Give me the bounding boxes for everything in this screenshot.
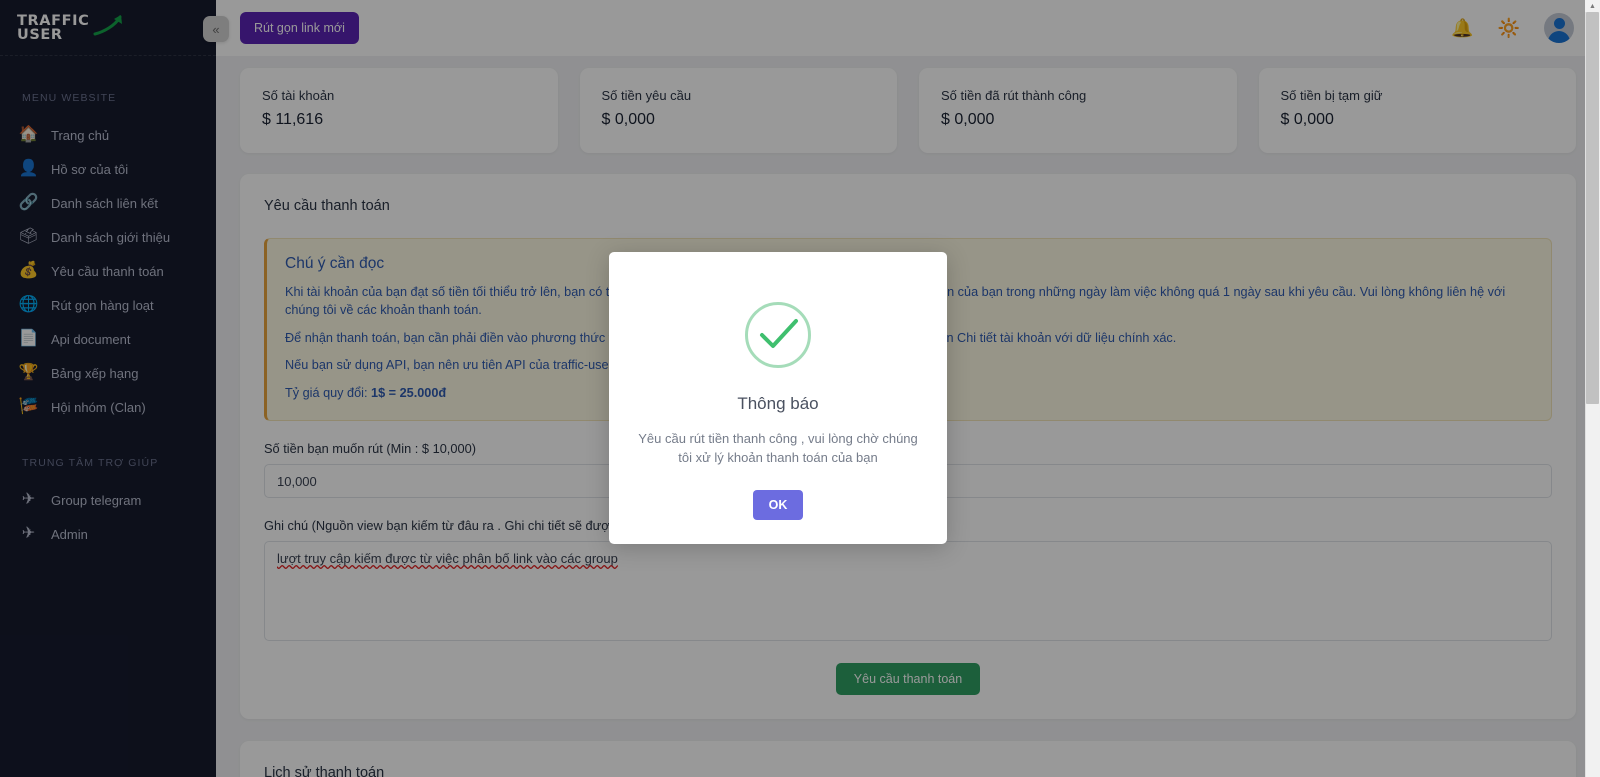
notification-modal: Thông báo Yêu cầu rút tiền thanh công , …: [609, 252, 947, 544]
modal-message: Yêu cầu rút tiền thanh công , vui lòng c…: [638, 431, 918, 465]
page-scrollbar[interactable]: ▲: [1585, 0, 1600, 777]
app-root: TRAFFIC USER MENU WEBSITE 🏠 Trang chủ 👤 Hồ s…: [0, 0, 1600, 777]
modal-title: Thông báo: [737, 394, 819, 413]
scrollbar-thumb[interactable]: [1586, 12, 1599, 404]
success-check-icon: [745, 302, 811, 368]
scrollbar-up-arrow-icon[interactable]: ▲: [1585, 0, 1600, 12]
modal-ok-button[interactable]: OK: [752, 489, 804, 520]
